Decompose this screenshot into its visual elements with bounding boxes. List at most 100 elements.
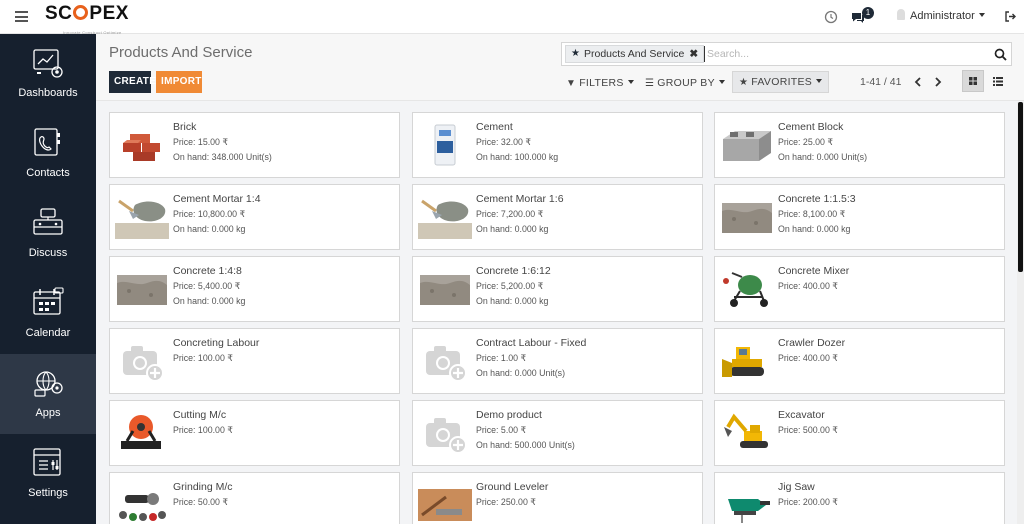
product-card[interactable]: Cutting M/c Price: 100.00 ₹: [109, 400, 400, 466]
activity-clock-icon[interactable]: [823, 9, 839, 25]
product-kanban: Brick Price: 15.00 ₹ On hand: 348.000 Un…: [96, 102, 1024, 524]
camera-placeholder-icon: [426, 346, 467, 382]
search-input[interactable]: [704, 46, 974, 62]
product-price: Price: 5.00 ₹: [476, 425, 527, 435]
product-price: Price: 400.00 ₹: [778, 281, 838, 291]
concrete-image: [117, 275, 167, 305]
product-card[interactable]: Jig Saw Price: 200.00 ₹: [714, 472, 1005, 524]
product-card[interactable]: Demo product Price: 5.00 ₹ On hand: 500.…: [412, 400, 703, 466]
product-card[interactable]: Grinding M/c Price: 50.00 ₹: [109, 472, 400, 524]
sidebar-label: Contacts: [26, 167, 70, 179]
product-name: Crawler Dozer: [778, 337, 846, 349]
sidebar-item-contacts[interactable]: Contacts: [0, 114, 96, 194]
product-card[interactable]: Concrete 1:6:12 Price: 5,200.00 ₹ On han…: [412, 256, 703, 322]
list-icon: ☰: [645, 78, 655, 89]
dashboard-icon: [33, 49, 63, 78]
star-icon: ★: [739, 77, 749, 88]
pager-value[interactable]: 1-41 / 41: [860, 76, 901, 88]
product-name: Concrete Mixer: [778, 265, 850, 277]
product-card[interactable]: Cement Price: 32.00 ₹ On hand: 100.000 k…: [412, 112, 703, 178]
product-name: Concreting Labour: [173, 337, 260, 349]
mortar-trowel-image: [418, 199, 472, 239]
product-onhand: On hand: 348.000 Unit(s): [173, 152, 272, 162]
product-name: Concrete 1:6:12: [476, 265, 551, 277]
product-price: Price: 10,800.00 ₹: [173, 209, 246, 219]
chevron-down-icon: [718, 80, 725, 84]
product-card[interactable]: Concrete Mixer Price: 400.00 ₹: [714, 256, 1005, 322]
product-card[interactable]: Ground Leveler Price: 250.00 ₹: [412, 472, 703, 524]
logo-text-right: PEX: [89, 3, 129, 24]
kanban-view-button[interactable]: [962, 70, 984, 92]
menu-toggle-icon[interactable]: [15, 11, 28, 22]
scrollbar-thumb[interactable]: [1018, 102, 1023, 272]
product-price: Price: 15.00 ₹: [173, 137, 228, 147]
product-name: Concrete 1:4:8: [173, 265, 242, 277]
product-price: Price: 5,400.00 ₹: [173, 281, 241, 291]
product-price: Price: 400.00 ₹: [778, 353, 838, 363]
camera-placeholder-icon: [426, 418, 467, 454]
product-price: Price: 25.00 ₹: [778, 137, 833, 147]
filters-button[interactable]: ▼ FILTERS: [566, 74, 634, 92]
cutting-machine-image: [121, 415, 161, 449]
control-panel: Products And Service CREATE IMPORT ★ Pro…: [96, 34, 1024, 101]
product-onhand: On hand: 500.000 Unit(s): [476, 440, 575, 450]
close-icon[interactable]: ✖: [689, 48, 698, 60]
search-facet[interactable]: ★ Products And Service ✖: [565, 45, 705, 63]
chevron-right-icon[interactable]: [931, 75, 945, 89]
concrete-image: [722, 203, 772, 233]
product-name: Cement Mortar 1:6: [476, 193, 564, 205]
list-view-button[interactable]: [987, 70, 1009, 92]
product-name: Grinding M/c: [173, 481, 233, 493]
product-card[interactable]: Excavator Price: 500.00 ₹: [714, 400, 1005, 466]
sidebar-item-discuss[interactable]: Discuss: [0, 194, 96, 274]
cement-block-image: [723, 131, 771, 161]
product-onhand: On hand: 100.000 kg: [476, 152, 559, 162]
product-card[interactable]: Cement Mortar 1:6 Price: 7,200.00 ₹ On h…: [412, 184, 703, 250]
product-card[interactable]: Cement Mortar 1:4 Price: 10,800.00 ₹ On …: [109, 184, 400, 250]
product-onhand: On hand: 0.000 kg: [173, 224, 246, 234]
product-name: Cutting M/c: [173, 409, 227, 421]
logout-icon[interactable]: [1004, 10, 1016, 23]
product-card[interactable]: Contract Labour - Fixed Price: 1.00 ₹ On…: [412, 328, 703, 394]
leveler-image: [418, 489, 472, 521]
product-onhand: On hand: 0.000 kg: [778, 224, 851, 234]
favorites-button[interactable]: ★ FAVORITES: [732, 71, 830, 93]
chat-count-badge: 1: [862, 7, 874, 19]
product-onhand: On hand: 0.000 kg: [476, 224, 549, 234]
chevron-down-icon: [627, 80, 634, 84]
sidebar-item-apps[interactable]: Apps: [0, 354, 96, 434]
product-name: Brick: [173, 121, 197, 133]
grid-icon: [969, 77, 977, 85]
chevron-left-icon[interactable]: [911, 75, 925, 89]
product-card[interactable]: Crawler Dozer Price: 400.00 ₹: [714, 328, 1005, 394]
contacts-icon: [34, 128, 60, 156]
scrollbar[interactable]: [1017, 102, 1024, 524]
top-navbar: SC PEX Innovate Construct Optimize 1 Admi…: [0, 0, 1024, 36]
user-menu[interactable]: Administrator: [897, 9, 985, 22]
sidebar-label: Dashboards: [18, 87, 78, 99]
product-name: Cement Block: [778, 121, 844, 133]
list-icon: [993, 77, 1003, 86]
product-price: Price: 1.00 ₹: [476, 353, 527, 363]
user-name: Administrator: [910, 10, 975, 22]
concrete-image: [420, 275, 470, 305]
product-card[interactable]: Cement Block Price: 25.00 ₹ On hand: 0.0…: [714, 112, 1005, 178]
dozer-image: [722, 347, 764, 377]
group-by-button[interactable]: ☰ GROUP BY: [645, 74, 725, 92]
create-button[interactable]: CREATE: [109, 71, 156, 93]
search-icon[interactable]: [994, 48, 1007, 61]
product-card[interactable]: Brick Price: 15.00 ₹ On hand: 348.000 Un…: [109, 112, 400, 178]
product-card[interactable]: Concrete 1:4:8 Price: 5,400.00 ₹ On hand…: [109, 256, 400, 322]
scopex-logo[interactable]: SC PEX Innovate Construct Optimize: [45, 3, 129, 36]
product-name: Demo product: [476, 409, 542, 421]
product-card[interactable]: Concrete 1:1.5:3 Price: 8,100.00 ₹ On ha…: [714, 184, 1005, 250]
sidebar-item-calendar[interactable]: Calendar: [0, 274, 96, 354]
product-card[interactable]: Concreting Labour Price: 100.00 ₹: [109, 328, 400, 394]
sidebar-item-dashboards[interactable]: Dashboards: [0, 34, 96, 114]
chevron-down-icon: [978, 13, 985, 17]
import-button[interactable]: IMPORT: [156, 71, 202, 93]
product-name: Contract Labour - Fixed: [476, 337, 587, 349]
star-icon: ★: [571, 48, 580, 59]
product-name: Cement: [476, 121, 513, 133]
sidebar-item-settings[interactable]: Settings: [0, 434, 96, 514]
